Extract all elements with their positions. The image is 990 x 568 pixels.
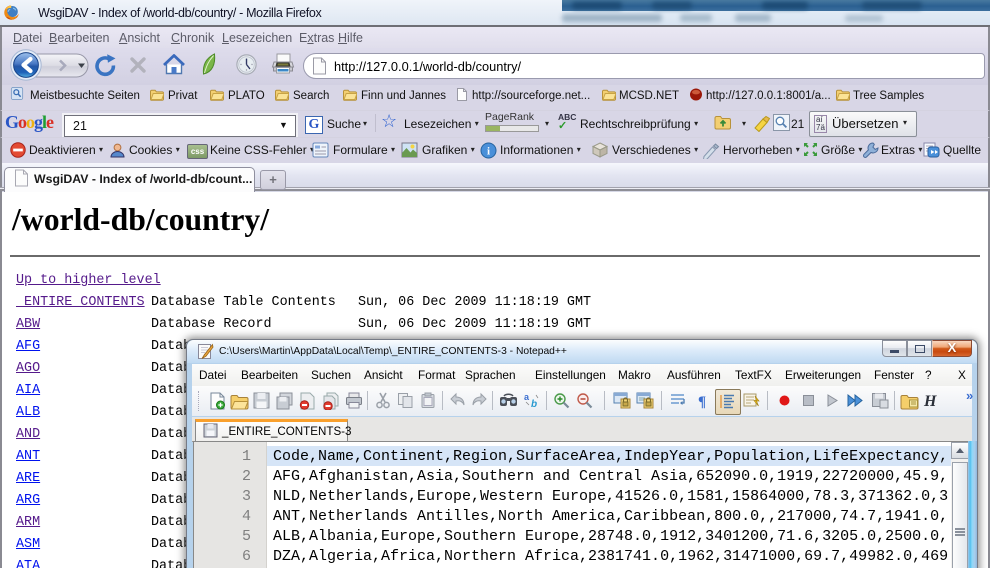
- svg-text:H: H: [923, 393, 937, 409]
- svg-text:¶: ¶: [698, 394, 706, 409]
- svg-text:b: b: [531, 399, 537, 409]
- svg-text:i: i: [487, 146, 490, 158]
- svg-text:a: a: [524, 392, 530, 402]
